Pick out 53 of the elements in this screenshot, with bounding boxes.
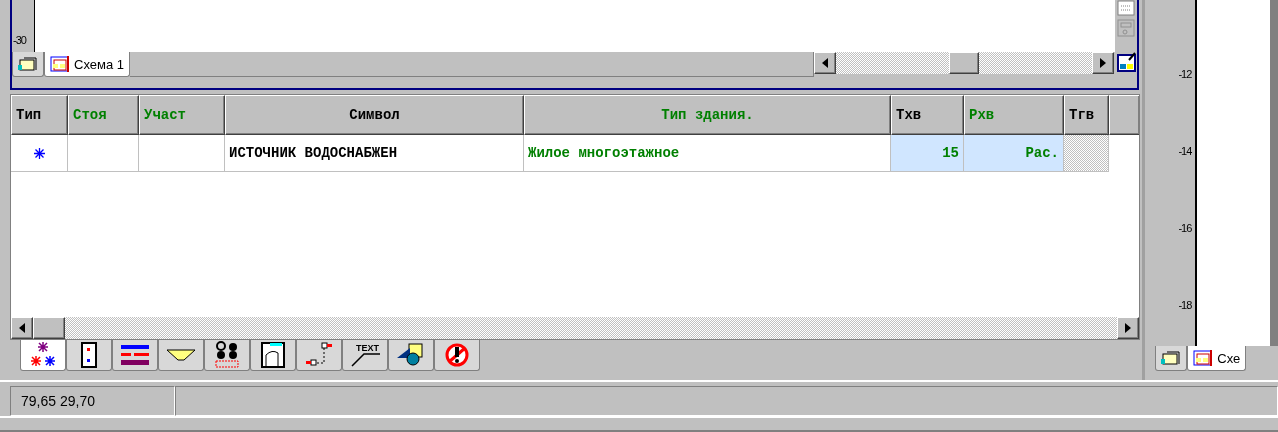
tool-tab[interactable] — [20, 340, 66, 371]
star-burst-icon — [28, 341, 58, 369]
schema-tab[interactable]: Схема 1 — [44, 52, 130, 77]
connector-icon — [304, 341, 334, 369]
funnel-icon — [166, 347, 196, 363]
right-arrow-icon — [1125, 323, 1131, 333]
tool-tab[interactable] — [204, 340, 250, 371]
tool-tab[interactable] — [66, 340, 112, 371]
table-cell: ИСТОЧНИК ВОДОСНАБЖЕН — [225, 135, 524, 172]
layers-icon — [1161, 350, 1182, 366]
tool-tab[interactable] — [388, 340, 434, 371]
table-cell: Рас. — [964, 135, 1064, 172]
tool-tab[interactable] — [112, 340, 158, 371]
scroll-left-button[interactable] — [11, 317, 33, 339]
schematic-icon — [50, 56, 70, 72]
table-cell: 15 — [891, 135, 964, 172]
left-arrow-icon — [19, 323, 25, 333]
scroll-right-button[interactable] — [1092, 52, 1115, 74]
column-header[interactable]: Символ — [225, 95, 524, 135]
prohibited-icon — [444, 342, 470, 368]
horizontal-scrollbar[interactable] — [11, 317, 1139, 339]
grid-icon — [1117, 0, 1136, 16]
column-header[interactable]: Txв — [891, 95, 964, 135]
dotted-box-icon — [81, 342, 97, 368]
layers-icon — [18, 56, 38, 72]
ruler-label: -16 — [1178, 222, 1193, 236]
schematic-icon — [1193, 350, 1214, 366]
table-cell: Жилое многоэтажное — [524, 135, 891, 172]
column-header[interactable]: Тгв — [1064, 95, 1109, 135]
layers-tab[interactable] — [12, 52, 44, 77]
pump-icon — [214, 341, 240, 369]
left-arrow-icon — [822, 58, 829, 68]
horizontal-scrollbar[interactable] — [814, 52, 1115, 74]
ruler-label: -14 — [1178, 145, 1193, 159]
tool-tab[interactable] — [250, 340, 296, 371]
shapes-icon — [396, 342, 426, 368]
scroll-right-button[interactable] — [1117, 317, 1139, 339]
ruler-label: -12 — [1178, 68, 1193, 82]
scroll-thumb[interactable] — [33, 317, 65, 339]
tool-tab[interactable]: TEXT — [342, 340, 388, 371]
panel-icon — [260, 341, 286, 369]
striped-bars-icon — [120, 343, 150, 367]
right-arrow-icon — [1100, 58, 1107, 68]
schema-tab[interactable]: Схе — [1187, 346, 1247, 371]
column-header[interactable]: Тип — [11, 95, 68, 135]
scroll-thumb[interactable] — [949, 52, 980, 74]
layout-icon — [1117, 19, 1136, 37]
tool-tab[interactable] — [434, 340, 480, 371]
scroll-left-button[interactable] — [814, 52, 837, 74]
ruler-label: -18 — [1178, 299, 1193, 313]
ruler-label: -30 — [12, 34, 26, 48]
layers-tab[interactable] — [1155, 346, 1188, 371]
coordinates-readout: 79,65 29,70 — [10, 386, 175, 416]
